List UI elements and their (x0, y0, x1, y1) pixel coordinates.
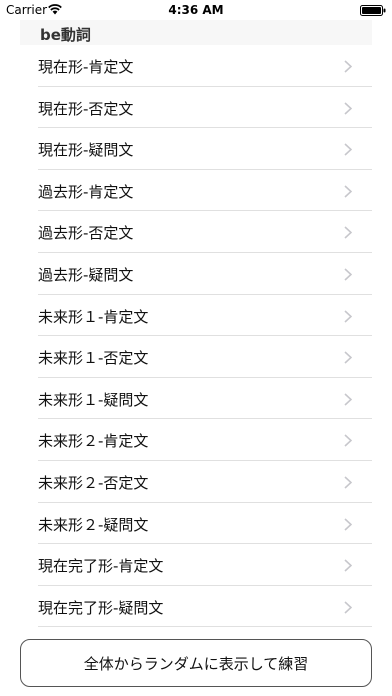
list-item-label: 過去形-否定文 (38, 224, 134, 243)
chevron-right-icon (344, 102, 352, 115)
list-item[interactable]: 現在形-疑問文 (20, 128, 372, 170)
list-item-label: 現在形-肯定文 (38, 58, 134, 76)
list-item[interactable]: 過去形-否定文 (20, 211, 372, 253)
list-item-label: 過去形-肯定文 (38, 182, 134, 201)
chevron-right-icon (344, 309, 352, 323)
chevron-right-icon (344, 559, 352, 572)
lesson-list: 現在形-肯定文 現在形-否定文 現在形-疑問文 過去形-肯定文 過去形-否定文 過去形-疑… (20, 45, 372, 628)
list-item-label: 過去形-疑問文 (38, 265, 134, 284)
chevron-right-icon (344, 393, 352, 406)
list-item-label: 現在完了形-肯定文 (38, 557, 164, 576)
list-item[interactable]: 現在形-否定文 (20, 86, 372, 129)
list-item[interactable]: 未来形１-否定文 (20, 336, 372, 378)
list-item[interactable]: 過去形-肯定文 (20, 169, 372, 212)
chevron-right-icon (344, 517, 352, 531)
random-practice-button[interactable]: 全体からランダムに表示して練習 (20, 639, 372, 687)
list-item[interactable]: 未来形１-疑問文 (20, 377, 372, 420)
status-bar: Carrier 4:36 AM (0, 0, 392, 20)
chevron-right-icon (344, 476, 352, 489)
chevron-right-icon (344, 268, 352, 281)
chevron-right-icon (344, 434, 352, 447)
battery-icon (360, 5, 386, 16)
list-item-label: 未来形１-疑問文 (38, 390, 149, 409)
chevron-right-icon (344, 185, 352, 198)
list-item[interactable]: 未来形１-肯定文 (20, 294, 372, 337)
list-item[interactable]: 未来形２-否定文 (20, 460, 372, 503)
list-item[interactable]: 現在形-肯定文 (20, 45, 372, 87)
list-item[interactable]: 未来形２-疑問文 (20, 502, 372, 545)
list-item[interactable]: 現在完了形-疑問文 (20, 585, 372, 628)
chevron-right-icon (344, 351, 352, 364)
status-time: 4:36 AM (168, 3, 224, 17)
list-item-label: 未来形２-疑問文 (38, 515, 149, 534)
list-item-label: 現在完了形-疑問文 (38, 598, 164, 617)
list-item[interactable]: 過去形-疑問文 (20, 252, 372, 295)
list-item-label: 未来形２-肯定文 (38, 432, 149, 451)
list-item-label: 現在形-疑問文 (38, 141, 134, 160)
section-header: be動詞 (20, 20, 372, 45)
list-item-label: 未来形２-否定文 (38, 473, 149, 492)
list-item[interactable]: 現在完了形-肯定文 (20, 544, 372, 586)
chevron-right-icon (344, 601, 352, 614)
list-item-label: 未来形１-否定文 (38, 349, 149, 368)
chevron-right-icon (344, 143, 352, 156)
section-title: be動詞 (40, 26, 91, 44)
chevron-right-icon (344, 60, 352, 73)
chevron-right-icon (344, 226, 352, 239)
list-item[interactable]: 未来形２-肯定文 (20, 419, 372, 461)
list-item-label: 未来形１-肯定文 (38, 307, 149, 326)
list-item-label: 現在形-否定文 (38, 99, 134, 118)
